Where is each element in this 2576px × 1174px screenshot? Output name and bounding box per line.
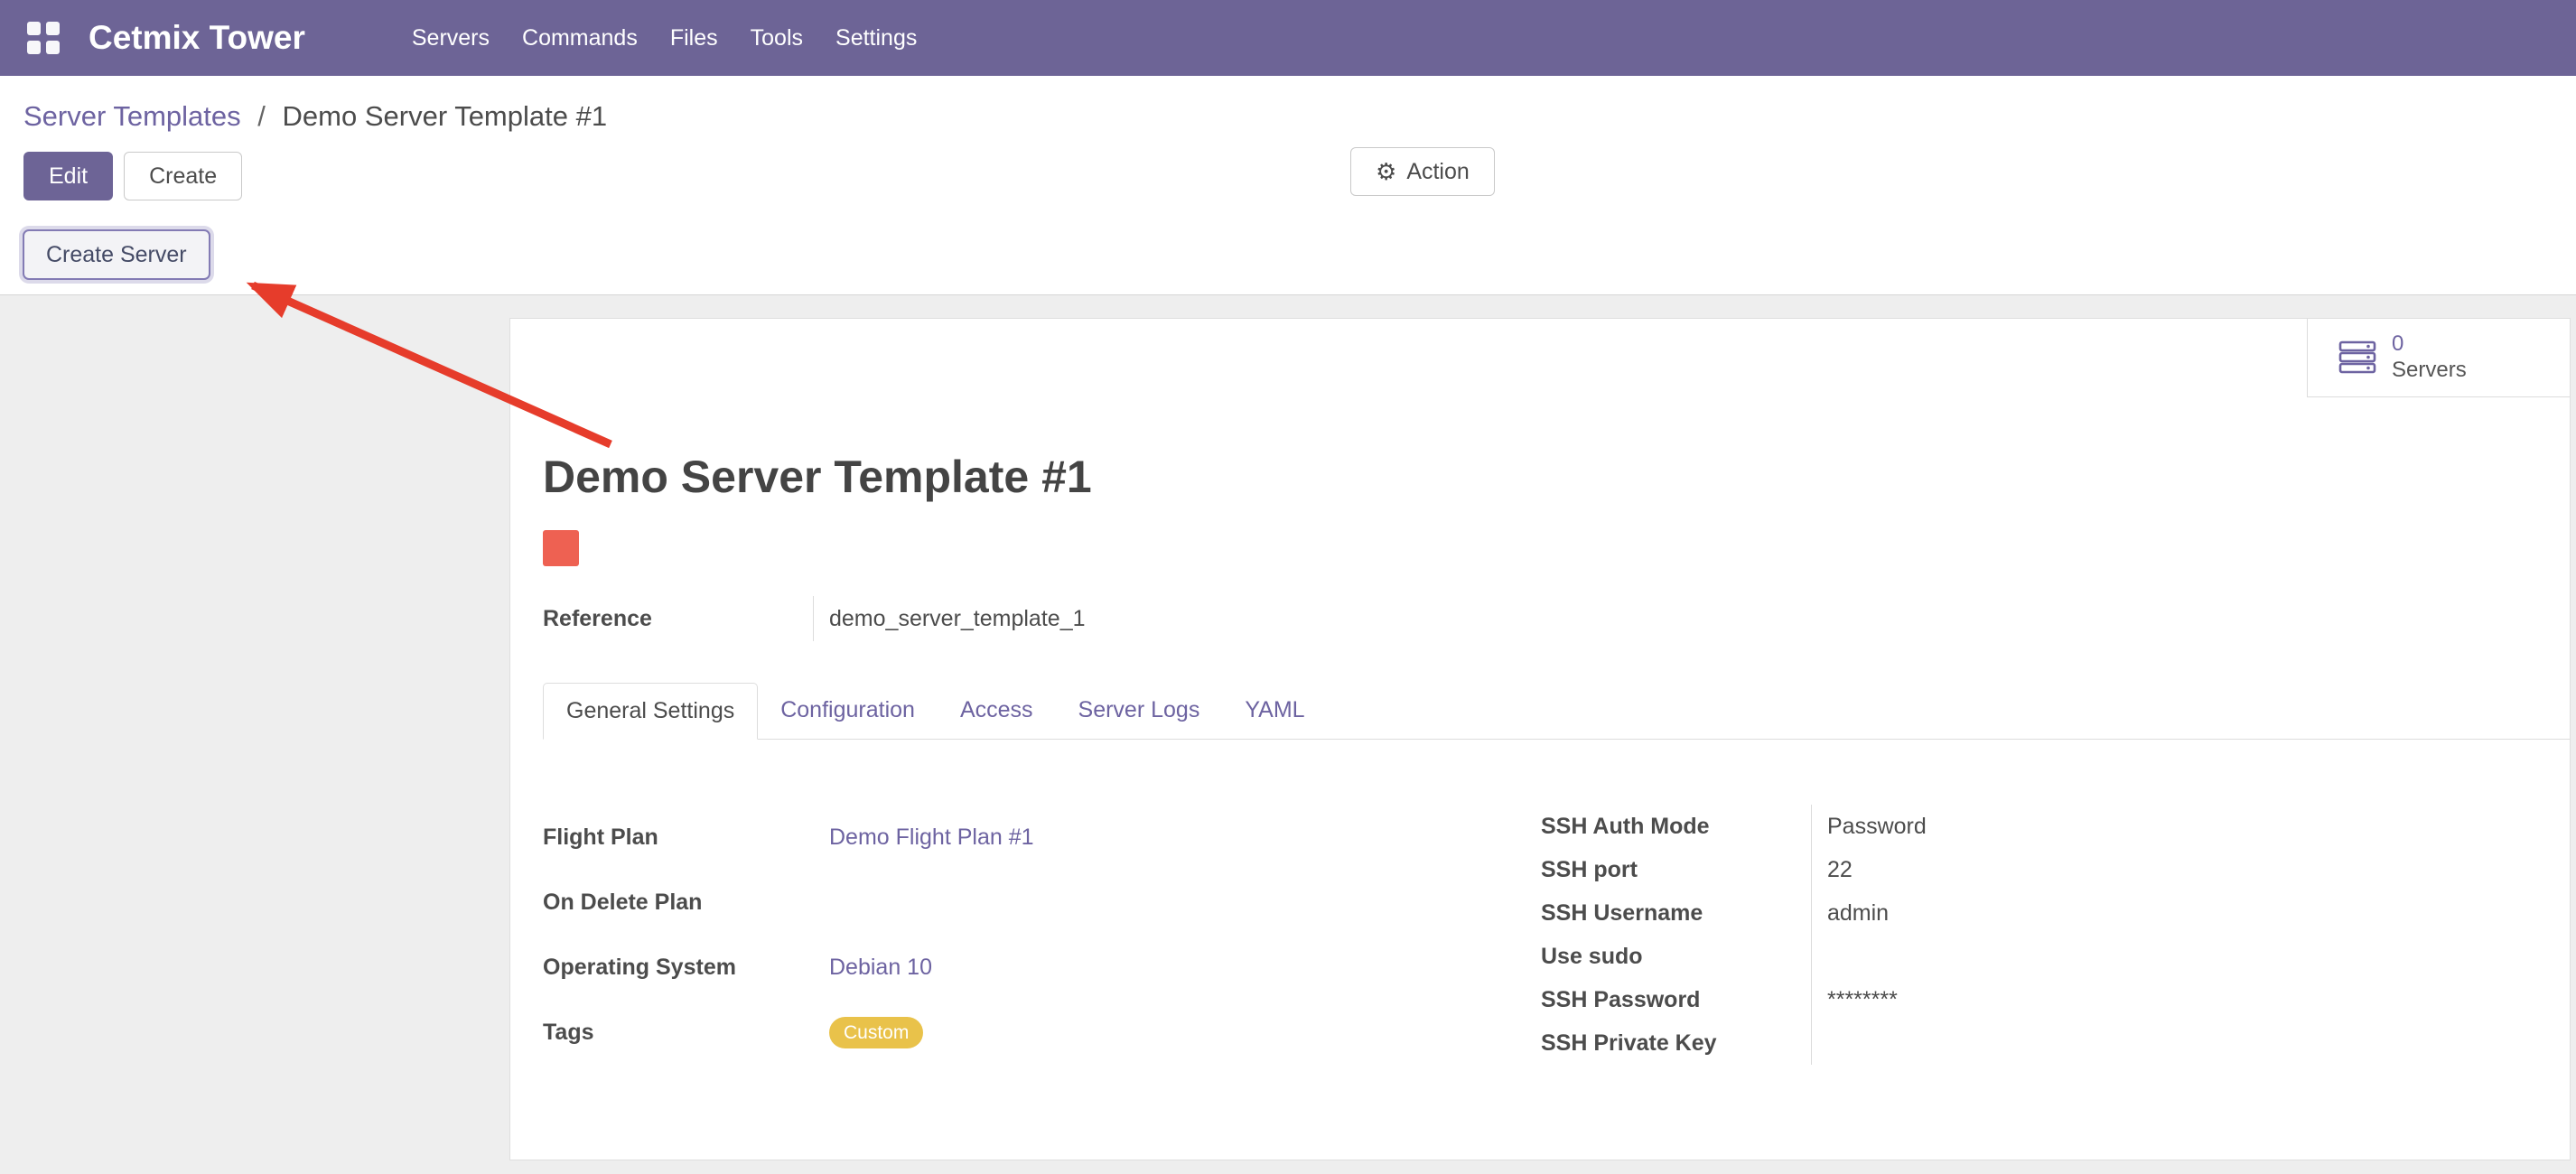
nav-item-tools[interactable]: Tools <box>734 0 819 76</box>
reference-value: demo_server_template_1 <box>813 596 1541 641</box>
breadcrumb-current: Demo Server Template #1 <box>283 100 608 132</box>
tab-content-general-settings: Flight Plan Demo Flight Plan #1 On Delet… <box>543 805 2570 1065</box>
tab-access[interactable]: Access <box>938 683 1056 740</box>
control-panel-buttons: Edit Create ⚙ Action <box>0 134 2576 217</box>
tab-server-logs[interactable]: Server Logs <box>1056 683 1223 740</box>
field-label: Operating System <box>543 935 813 1000</box>
use-sudo-value <box>1811 935 2534 978</box>
field-label: On Delete Plan <box>543 870 813 935</box>
edit-button[interactable]: Edit <box>23 152 113 200</box>
record-color-swatch <box>543 530 579 566</box>
nav-item-servers[interactable]: Servers <box>396 0 506 76</box>
ssh-auth-mode-value: Password <box>1811 805 2534 848</box>
page: Cetmix Tower Servers Commands Files Tool… <box>0 0 2576 1174</box>
create-button[interactable]: Create <box>124 152 242 200</box>
tab-yaml[interactable]: YAML <box>1222 683 1327 740</box>
nav-item-settings[interactable]: Settings <box>819 0 933 76</box>
form-header: Create Server <box>0 217 2576 295</box>
fields-group-left: Flight Plan Demo Flight Plan #1 On Delet… <box>543 805 1541 1065</box>
field-label: SSH Private Key <box>1541 1021 1811 1065</box>
tab-general-settings[interactable]: General Settings <box>543 683 758 740</box>
nav-item-commands[interactable]: Commands <box>506 0 654 76</box>
action-button-label: Action <box>1406 158 1469 185</box>
ssh-username-value: admin <box>1811 891 2534 935</box>
ssh-password-value: ******** <box>1811 978 2534 1021</box>
operating-system-link[interactable]: Debian 10 <box>829 955 932 981</box>
ssh-port-value: 22 <box>1811 848 2534 891</box>
servers-count: 0 <box>2392 331 2467 358</box>
record-title: Demo Server Template #1 <box>543 319 2570 503</box>
gear-icon: ⚙ <box>1376 160 1396 183</box>
server-stack-icon <box>2338 340 2378 375</box>
servers-stat-button[interactable]: 0 Servers <box>2307 319 2570 397</box>
create-server-button[interactable]: Create Server <box>23 229 210 280</box>
field-label: SSH Password <box>1541 978 1811 1021</box>
field-label: SSH Auth Mode <box>1541 805 1811 848</box>
field-label: SSH port <box>1541 848 1811 891</box>
app-brand[interactable]: Cetmix Tower <box>89 19 305 57</box>
servers-stat-label: Servers <box>2392 358 2467 384</box>
tab-configuration[interactable]: Configuration <box>758 683 938 740</box>
nav-item-files[interactable]: Files <box>654 0 734 76</box>
top-navbar: Cetmix Tower Servers Commands Files Tool… <box>0 0 2576 76</box>
breadcrumb-parent-link[interactable]: Server Templates <box>23 100 241 132</box>
ssh-private-key-value <box>1811 1021 2534 1065</box>
flight-plan-link[interactable]: Demo Flight Plan #1 <box>829 825 1034 851</box>
reference-field: Reference demo_server_template_1 <box>543 596 1541 641</box>
notebook-tabs: General Settings Configuration Access Se… <box>543 683 2570 740</box>
field-label: Use sudo <box>1541 935 1811 978</box>
reference-label: Reference <box>543 596 813 641</box>
action-button[interactable]: ⚙ Action <box>1350 147 1495 196</box>
field-label: Tags <box>543 1000 813 1065</box>
field-label: SSH Username <box>1541 891 1811 935</box>
field-label: Flight Plan <box>543 805 813 870</box>
on-delete-plan-value <box>813 870 1541 935</box>
content-area: 0 Servers Demo Server Template #1 Refere… <box>0 295 2576 1160</box>
breadcrumb-separator: / <box>257 100 266 132</box>
fields-group-right: SSH Auth Mode Password SSH port 22 SSH U… <box>1541 805 2534 1065</box>
tag-badge: Custom <box>829 1017 923 1048</box>
control-panel: Server Templates / Demo Server Template … <box>0 76 2576 217</box>
breadcrumb: Server Templates / Demo Server Template … <box>0 99 2576 134</box>
apps-grid-icon[interactable] <box>27 22 60 54</box>
form-sheet: 0 Servers Demo Server Template #1 Refere… <box>509 318 2571 1160</box>
